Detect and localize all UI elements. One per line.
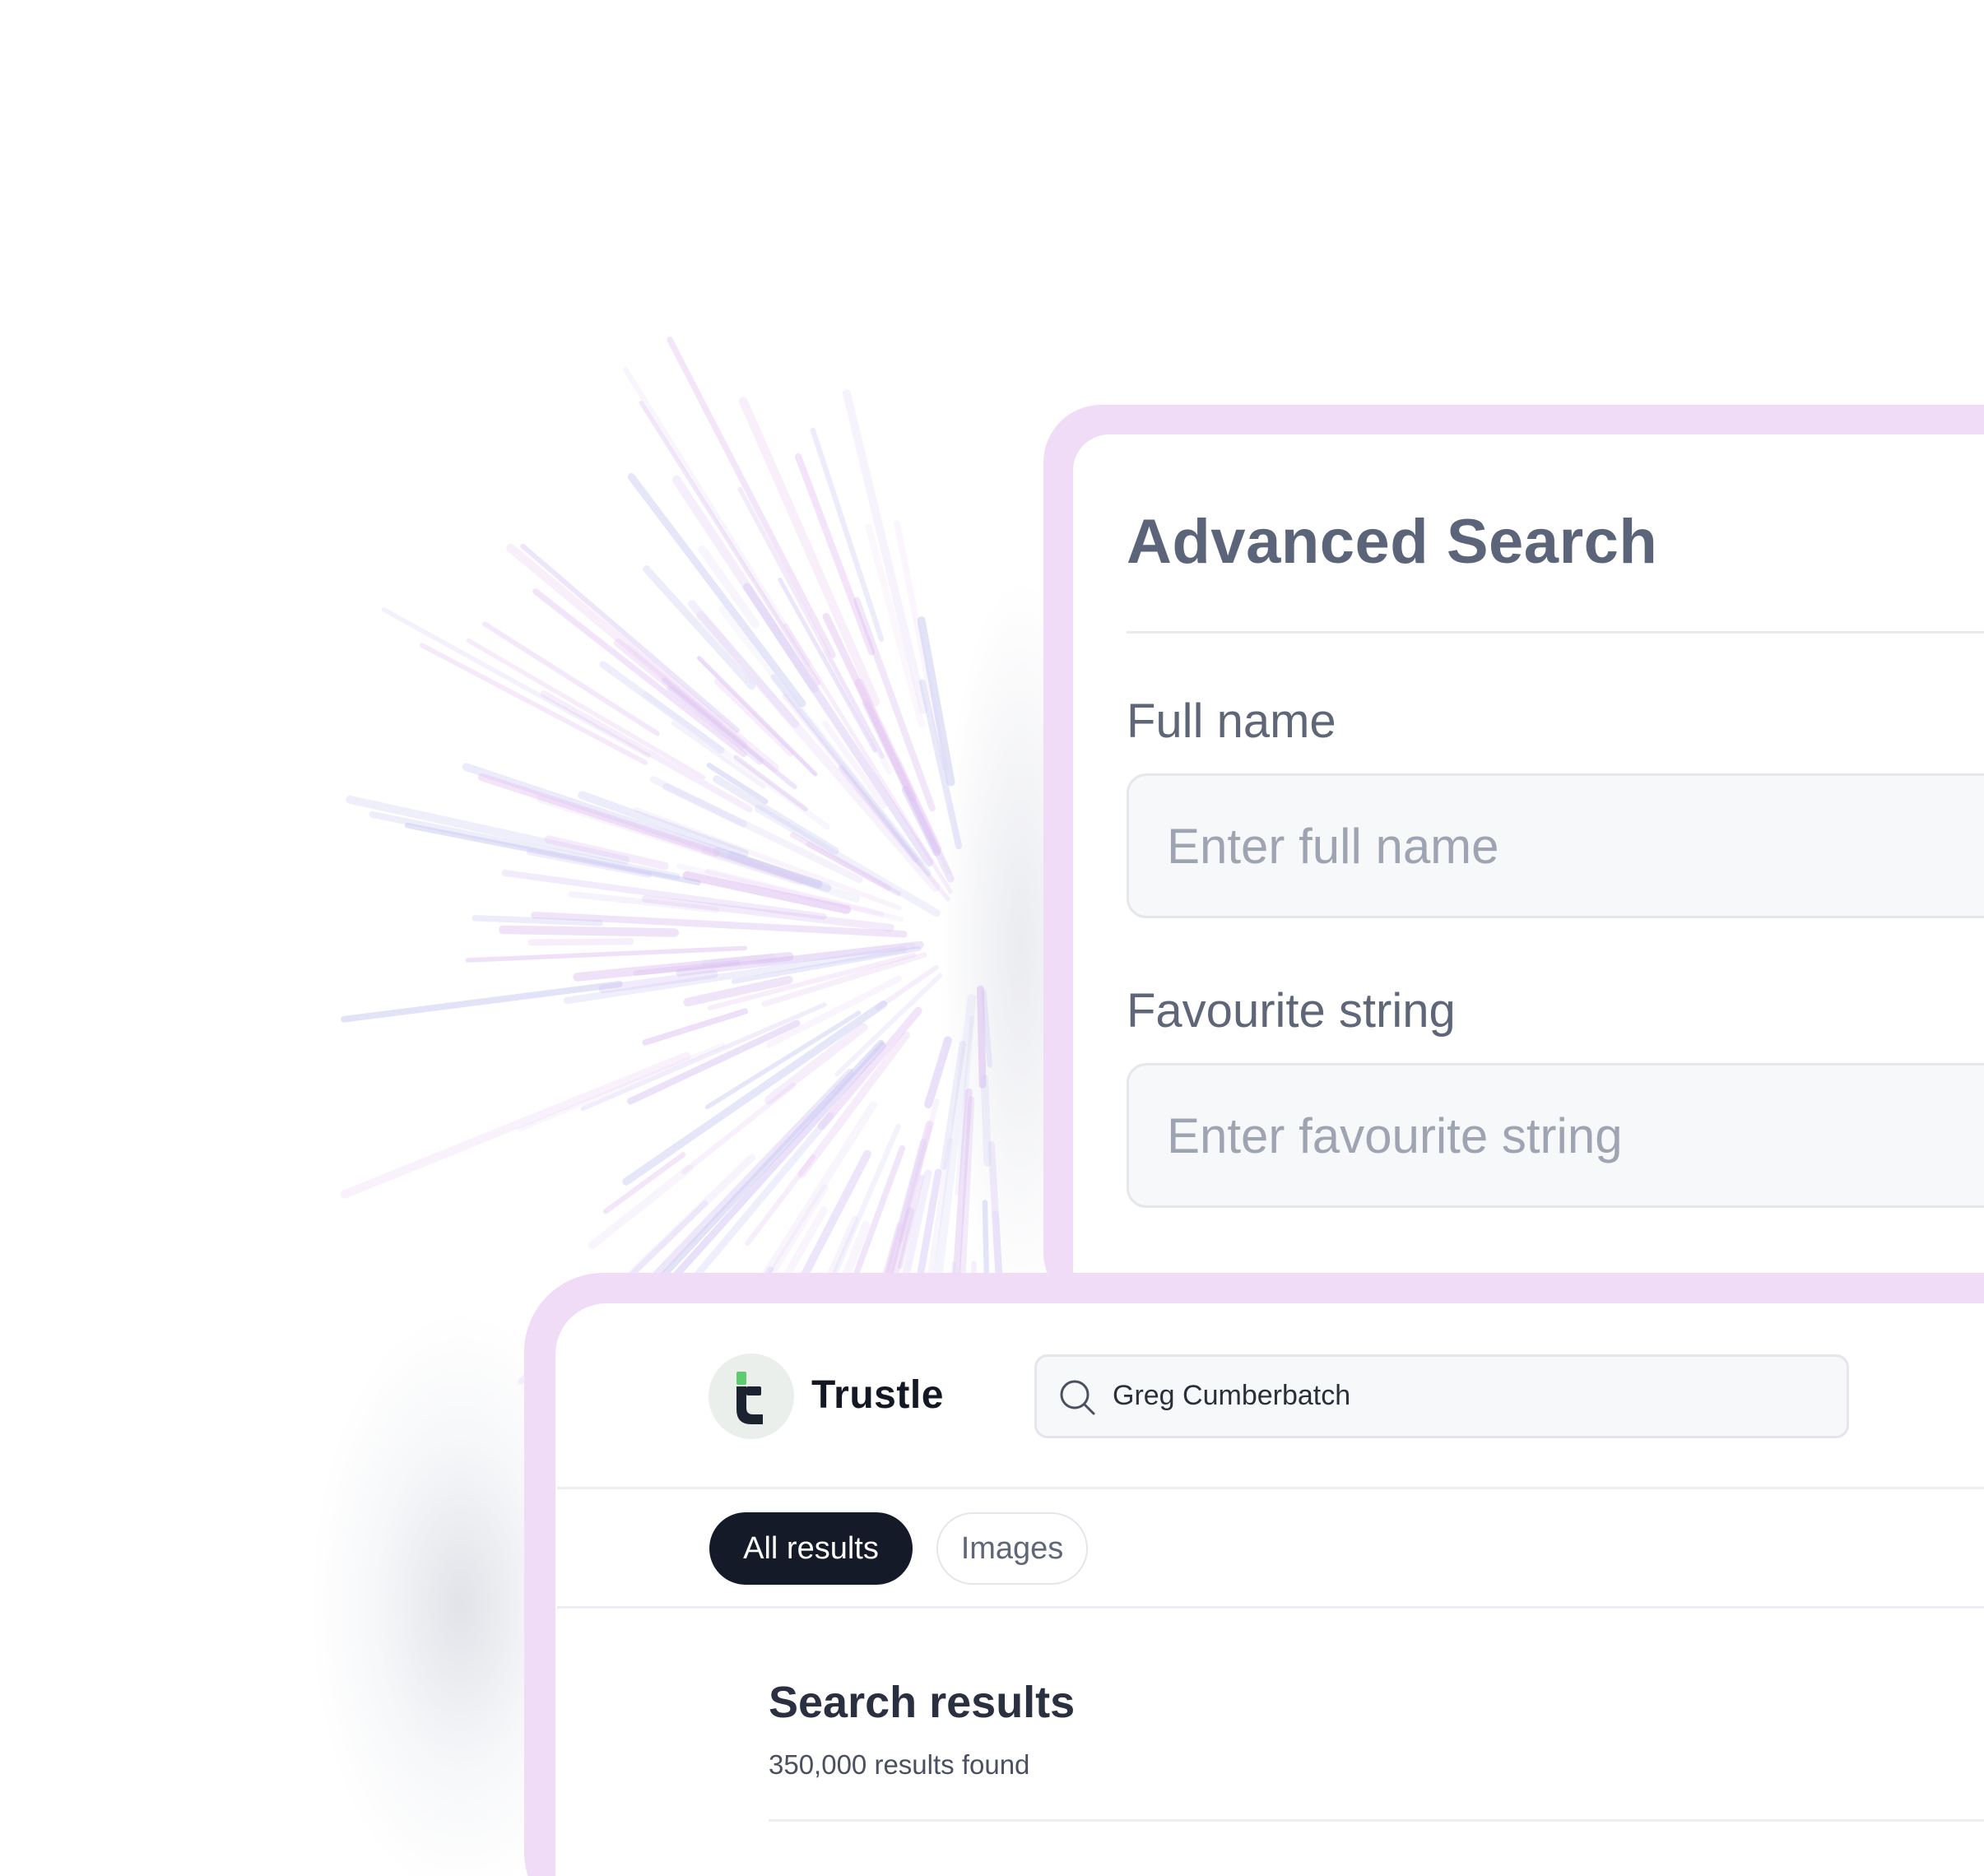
page: Advanced Search Full name Favourite stri…: [0, 0, 1984, 1876]
burst-ray: [518, 1042, 726, 1132]
brand-name[interactable]: Trustle: [811, 1372, 944, 1418]
burst-ray: [639, 400, 821, 686]
trustle-logo-icon[interactable]: [709, 1354, 794, 1439]
full-name-label: Full name: [1127, 694, 1336, 748]
tab-images[interactable]: Images: [936, 1512, 1088, 1585]
tab-all-results[interactable]: All results: [709, 1512, 913, 1585]
burst-ray: [578, 791, 749, 858]
burst-ray: [626, 1019, 801, 1105]
tabs-divider: [557, 1606, 1984, 1609]
results-divider: [769, 1819, 1984, 1822]
favourite-string-input[interactable]: [1127, 1063, 1984, 1208]
burst-ray: [465, 945, 748, 963]
search-bar[interactable]: Greg Cumberbatch: [1034, 1354, 1849, 1438]
burst-ray: [527, 938, 634, 946]
burst-ray: [980, 1075, 992, 1167]
results-count: 350,000 results found: [769, 1749, 1030, 1780]
favourite-string-label: Favourite string: [1127, 984, 1456, 1038]
search-query[interactable]: Greg Cumberbatch: [1113, 1380, 1350, 1412]
divider: [1127, 631, 1984, 634]
burst-ray: [499, 925, 680, 937]
burst-ray: [622, 366, 811, 666]
search-icon: [1060, 1380, 1095, 1415]
burst-ray: [924, 1036, 952, 1109]
results-title: Search results: [769, 1678, 1076, 1727]
burst-ray: [642, 1008, 749, 1046]
burst-ray: [977, 985, 987, 1089]
full-name-input[interactable]: [1127, 773, 1984, 918]
header-divider: [557, 1487, 1984, 1489]
advanced-search-title: Advanced Search: [1127, 507, 1658, 577]
